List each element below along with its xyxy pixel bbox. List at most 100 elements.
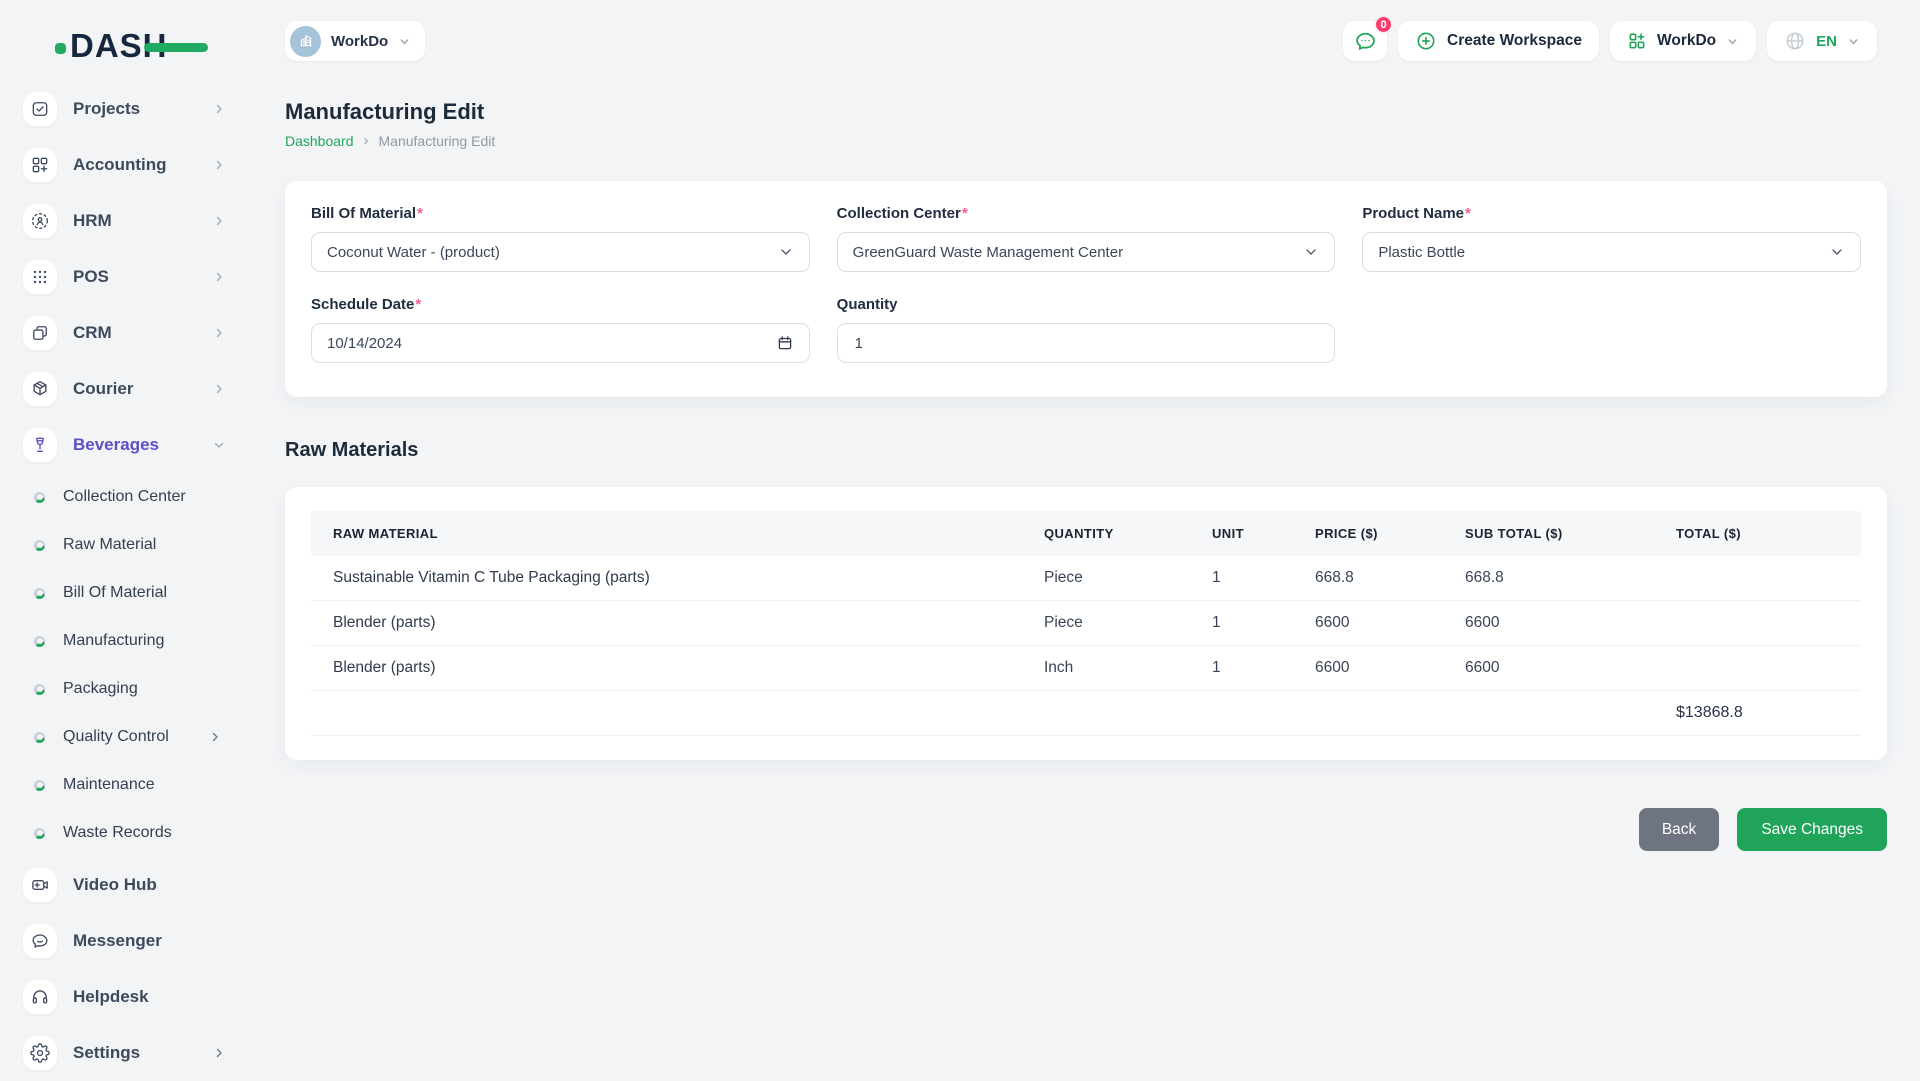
language-label: EN xyxy=(1816,33,1837,50)
sidebar-subitem-label: Bill Of Material xyxy=(63,584,167,602)
courier-box-icon xyxy=(23,372,57,406)
cell-price: 6600 xyxy=(1293,614,1443,632)
breadcrumb-dashboard-link[interactable]: Dashboard xyxy=(285,133,354,149)
building-icon xyxy=(297,32,315,50)
sidebar-subitem[interactable]: Collection Center xyxy=(23,473,255,521)
cell-raw-material: Blender (parts) xyxy=(311,614,1022,632)
sidebar-item[interactable]: POS xyxy=(23,249,255,305)
sidebar-item-label: Settings xyxy=(73,1043,140,1063)
sidebar-subitem[interactable]: Raw Material xyxy=(23,521,255,569)
table-row: Blender (parts) Inch 1 6600 6600 xyxy=(311,646,1861,691)
grand-total-value: $13868.8 xyxy=(1654,704,1861,722)
create-workspace-button[interactable]: Create Workspace xyxy=(1398,21,1599,61)
field-label: Collection Center* xyxy=(837,205,1336,222)
back-button[interactable]: Back xyxy=(1639,808,1719,851)
sidebar: DASH Projects Accounting HRM xyxy=(0,0,255,1080)
sidebar-subitem[interactable]: Waste Records xyxy=(23,809,255,857)
sidebar-subitem[interactable]: Quality Control xyxy=(23,713,255,761)
sidebar-subitem-label: Packaging xyxy=(63,680,138,698)
cell-unit: 1 xyxy=(1190,659,1293,677)
sidebar-subitem[interactable]: Maintenance xyxy=(23,761,255,809)
messages-button[interactable]: 0 xyxy=(1343,21,1387,61)
sidebar-item[interactable]: Projects xyxy=(23,81,255,137)
quantity-input[interactable] xyxy=(853,334,1320,353)
sidebar-item-label: CRM xyxy=(73,323,112,343)
grid-plus-icon xyxy=(1627,31,1647,51)
bill-of-material-select[interactable]: Coconut Water - (product) xyxy=(311,232,810,272)
sidebar-subitem-label: Waste Records xyxy=(63,824,172,842)
workspace-selector[interactable]: WorkDo xyxy=(285,21,425,61)
required-marker: * xyxy=(417,205,423,222)
table-row: Blender (parts) Piece 1 6600 6600 xyxy=(311,601,1861,646)
bullet-ring-icon xyxy=(34,684,45,695)
table-total-row: $13868.8 xyxy=(311,691,1861,736)
top-header: WorkDo 0 Create Workspace xyxy=(255,0,1920,72)
bullet-ring-icon xyxy=(34,732,45,743)
sidebar-subitem[interactable]: Manufacturing xyxy=(23,617,255,665)
breadcrumb: Dashboard › Manufacturing Edit xyxy=(285,132,1887,149)
chevron-down-icon xyxy=(1829,244,1845,260)
select-value: GreenGuard Waste Management Center xyxy=(853,244,1123,261)
chevron-down-icon xyxy=(1847,35,1860,48)
sidebar-item[interactable]: Courier xyxy=(23,361,255,417)
field-schedule-date: Schedule Date* 10/14/2024 xyxy=(311,296,810,363)
messages-badge: 0 xyxy=(1374,15,1393,34)
globe-icon xyxy=(1784,30,1806,52)
cell-raw-material: Blender (parts) xyxy=(311,659,1022,677)
save-changes-button[interactable]: Save Changes xyxy=(1737,808,1887,851)
dash-logo[interactable]: DASH xyxy=(70,24,200,68)
required-marker: * xyxy=(962,205,968,222)
empty-cell xyxy=(1362,296,1861,363)
bullet-ring-icon xyxy=(34,828,45,839)
schedule-date-input[interactable]: 10/14/2024 xyxy=(311,323,810,363)
messenger-icon xyxy=(23,924,57,958)
field-label: Bill Of Material* xyxy=(311,205,810,222)
calendar-icon xyxy=(776,334,794,352)
accounting-grid-icon xyxy=(23,148,57,182)
cell-price: 668.8 xyxy=(1293,569,1443,587)
cell-unit: 1 xyxy=(1190,569,1293,587)
raw-materials-heading: Raw Materials xyxy=(285,439,1887,462)
required-marker: * xyxy=(1465,205,1471,222)
cell-subtotal: 6600 xyxy=(1443,659,1654,677)
field-bill-of-material: Bill Of Material* Coconut Water - (produ… xyxy=(311,205,810,272)
sidebar-item-label: POS xyxy=(73,267,109,287)
sidebar-item[interactable]: Accounting xyxy=(23,137,255,193)
sidebar-nav: Projects Accounting HRM POS xyxy=(0,81,255,1081)
field-label: Product Name* xyxy=(1362,205,1861,222)
sidebar-subitem[interactable]: Packaging xyxy=(23,665,255,713)
cell-raw-material: Sustainable Vitamin C Tube Packaging (pa… xyxy=(311,569,1022,587)
raw-materials-card: RAW MATERIALQUANTITYUNITPRICE ($)SUB TOT… xyxy=(285,487,1887,760)
sidebar-item[interactable]: HRM xyxy=(23,193,255,249)
sidebar-subitem-label: Collection Center xyxy=(63,488,186,506)
chevron-right-icon xyxy=(213,271,225,283)
workdo-menu-button[interactable]: WorkDo xyxy=(1610,21,1756,61)
chevron-down-icon xyxy=(398,35,411,48)
settings-gear-icon xyxy=(23,1036,57,1070)
table-header-row: RAW MATERIALQUANTITYUNITPRICE ($)SUB TOT… xyxy=(311,511,1861,556)
sidebar-item[interactable]: CRM xyxy=(23,305,255,361)
sidebar-item[interactable]: Beverages xyxy=(23,417,255,473)
sidebar-item[interactable]: Settings xyxy=(23,1025,255,1081)
collection-center-select[interactable]: GreenGuard Waste Management Center xyxy=(837,232,1336,272)
product-name-select[interactable]: Plastic Bottle xyxy=(1362,232,1861,272)
page-title: Manufacturing Edit xyxy=(285,100,1887,124)
sidebar-item[interactable]: Video Hub xyxy=(23,857,255,913)
sidebar-subitem[interactable]: Bill Of Material xyxy=(23,569,255,617)
workspace-name: WorkDo xyxy=(331,33,388,50)
sidebar-item[interactable]: Helpdesk xyxy=(23,969,255,1025)
sidebar-subitem-label: Manufacturing xyxy=(63,632,164,650)
video-icon xyxy=(23,868,57,902)
cell-unit: 1 xyxy=(1190,614,1293,632)
table-column-header: TOTAL ($) xyxy=(1654,526,1861,541)
crm-cards-icon xyxy=(23,316,57,350)
bullet-ring-icon xyxy=(34,492,45,503)
bullet-ring-icon xyxy=(34,780,45,791)
language-selector[interactable]: EN xyxy=(1767,21,1877,61)
table-column-header: QUANTITY xyxy=(1022,526,1190,541)
field-label: Schedule Date* xyxy=(311,296,810,313)
bullet-ring-icon xyxy=(34,588,45,599)
sidebar-item[interactable]: Messenger xyxy=(23,913,255,969)
chevron-right-icon xyxy=(213,1047,225,1059)
chevron-right-icon xyxy=(213,103,225,115)
